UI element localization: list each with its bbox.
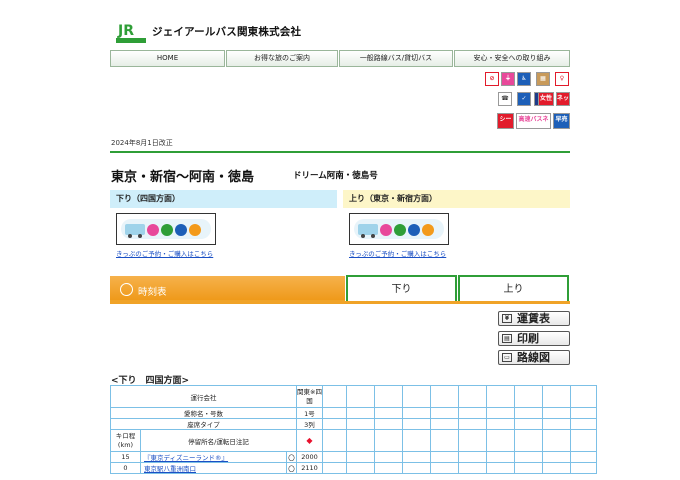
stop-link[interactable]: 東京駅八重洲南口 [140, 462, 287, 474]
wheelchair-icon: ♿ [517, 72, 531, 86]
seat-value: 3列 [296, 418, 323, 430]
plug-icon: ⏚ [501, 72, 515, 86]
womens-seat-icon: ♀ [555, 72, 569, 86]
up-direction-header: 上り（東京・新宿方面） [343, 190, 570, 208]
tab-underline [110, 301, 570, 304]
clock-icon [120, 283, 133, 296]
bus-icon [358, 224, 434, 238]
ticket-link-down[interactable]: きっぷのご予約・ご購入はこちら [116, 248, 213, 258]
nav-home[interactable]: HOME [110, 50, 225, 67]
tab-down[interactable]: 下り [346, 275, 457, 303]
seat-map-icon: シートマップ [497, 113, 514, 129]
operator-label: 運行会社 [110, 385, 297, 408]
company-name: ジェイアールバス関東株式会社 [152, 26, 302, 38]
no-smoking-icon: ⊘ [485, 72, 499, 86]
down-direction-header: 下り（四国方面） [110, 190, 337, 208]
nav-route-bus[interactable]: 一般路線バス/貸切バス [339, 50, 453, 67]
route-title: 東京・新宿〜阿南・徳島 [111, 170, 255, 185]
svg-text:JR: JR [117, 23, 134, 39]
early-sale-icon: 早売 [553, 113, 570, 129]
divider [110, 151, 570, 153]
nav-travel-deals[interactable]: お得な旅のご案内 [226, 50, 338, 67]
phone-icon: ☎ [498, 92, 512, 106]
km-value: 0 [110, 462, 141, 474]
km-value: 15 [110, 451, 141, 463]
stop-link[interactable]: 『東京ディズニーランド®』 [140, 451, 287, 463]
departure-time: 2000 [296, 451, 323, 463]
route-subtitle: ドリーム阿南・徳島号 [293, 171, 378, 181]
highway-bus-net-banner-down[interactable] [116, 213, 216, 245]
highway-bus-net-banner-up[interactable] [349, 213, 449, 245]
revised-date: 2024年8月1日改正 [111, 139, 173, 147]
tab-timetable[interactable]: 時刻表 [110, 276, 345, 303]
seat-label: 座席タイプ [110, 418, 297, 430]
bus-icon [125, 224, 201, 238]
check-icon: ✓ [517, 92, 531, 106]
net-discount-icon: ネット割 [556, 92, 570, 106]
print-icon: ▤ [502, 334, 512, 343]
tab-up[interactable]: 上り [458, 275, 569, 303]
ticket-link-up[interactable]: きっぷのご予約・ご購入はこちら [349, 248, 446, 258]
route-map-button[interactable]: ▭ 路線図 [498, 350, 570, 365]
womens-only-icon: 女性専用車 [538, 92, 554, 106]
name-label: 愛称名・号数 [110, 407, 297, 419]
blanket-icon: ▦ [536, 72, 550, 86]
stop-label: 停留所名/運転日注記 [140, 429, 297, 452]
tab-timetable-label: 時刻表 [138, 287, 167, 298]
fare-table-button[interactable]: ¥ 運賃表 [498, 311, 570, 326]
jr-logo[interactable]: JR [116, 22, 146, 44]
print-button[interactable]: ▤ 印刷 [498, 331, 570, 346]
stop-mark: 〇 [286, 462, 297, 474]
nav-safety[interactable]: 安心・安全への取り組み [454, 50, 570, 67]
map-icon: ▭ [502, 353, 512, 362]
departure-time: 2110 [296, 462, 323, 474]
yen-icon: ¥ [502, 314, 512, 323]
km-label: キロ程(km) [110, 429, 141, 452]
note-diamond: ◆ [296, 429, 323, 452]
name-value: 1号 [296, 407, 323, 419]
highway-bus-net-icon: 高速バスネット [516, 113, 551, 129]
timetable: 運行会社 関東※四国 愛称名・号数 1号 座席タイプ 3列 キロ程(km) 停留… [110, 385, 597, 474]
operator-value: 関東※四国 [296, 385, 323, 408]
stop-mark: 〇 [286, 451, 297, 463]
